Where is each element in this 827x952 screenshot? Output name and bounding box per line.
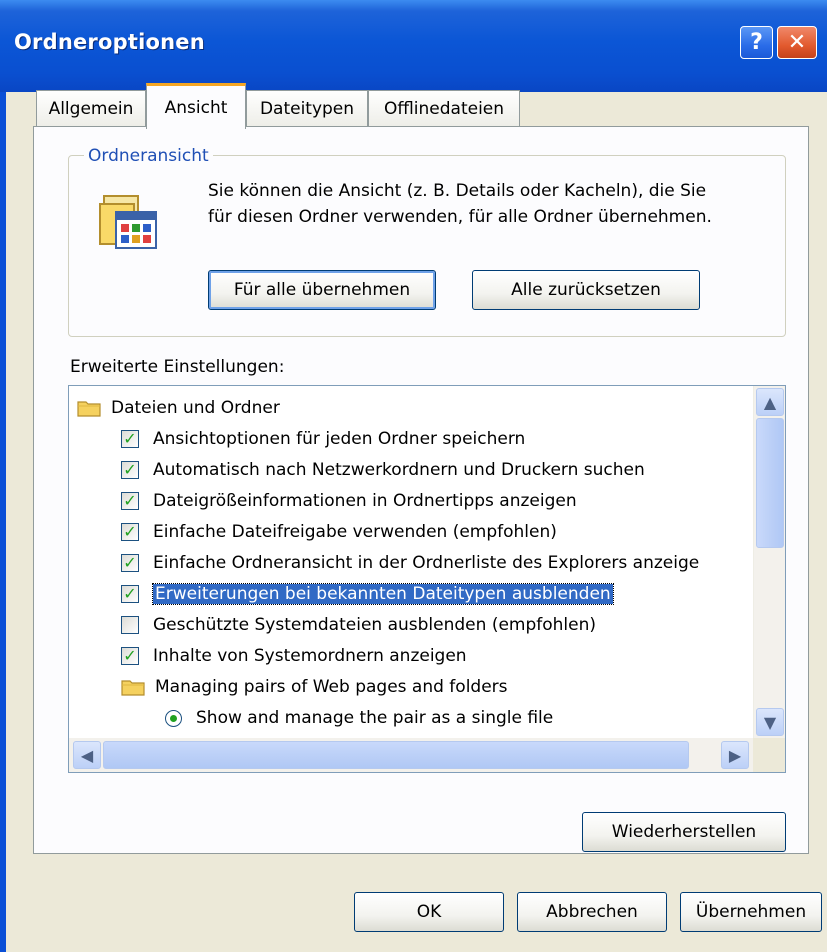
list-item-label: Einfache Ordneransicht in der Ordnerlist… xyxy=(153,553,700,573)
tab-offlinedateien[interactable]: Offlinedateien xyxy=(368,90,520,126)
advanced-settings-label: Erweiterte Einstellungen: xyxy=(70,357,285,377)
horizontal-scroll-thumb[interactable] xyxy=(103,741,689,769)
tab-ansicht[interactable]: Ansicht xyxy=(146,83,246,129)
apply-to-all-folders-button[interactable]: Für alle übernehmen xyxy=(208,270,436,310)
folder-icon xyxy=(77,401,101,417)
list-item-netzwerkordner-suchen[interactable]: ✓ Automatisch nach Netzwerkordnern und D… xyxy=(121,455,645,485)
folder-icon xyxy=(121,680,145,696)
restore-defaults-button[interactable]: Wiederherstellen xyxy=(582,812,786,852)
title-bar[interactable]: Ordneroptionen ? ✕ xyxy=(0,0,827,92)
folder-view-legend: Ordneransicht xyxy=(84,146,213,166)
horizontal-scrollbar[interactable]: ◀ ▶ xyxy=(69,738,753,772)
radio-selected[interactable] xyxy=(165,709,182,727)
list-item-einfache-dateifreigabe[interactable]: ✓ Einfache Dateifreigabe verwenden (empf… xyxy=(121,517,557,547)
list-item-label: Ansichtoptionen für jeden Ordner speiche… xyxy=(153,429,526,449)
folder-options-dialog: Ordneroptionen ? ✕ Allgemein Ansicht Dat… xyxy=(0,0,827,952)
scroll-left-icon[interactable]: ◀ xyxy=(73,741,101,769)
advanced-settings-list[interactable]: Dateien und Ordner ✓ Ansichtoptionen für… xyxy=(68,385,786,773)
scroll-down-icon[interactable]: ▼ xyxy=(756,708,784,736)
list-item-einfache-ordneransicht[interactable]: ✓ Einfache Ordneransicht in der Ordnerli… xyxy=(121,548,699,578)
scroll-right-icon[interactable]: ▶ xyxy=(721,741,749,769)
checkbox-checked[interactable]: ✓ xyxy=(121,585,139,603)
close-button[interactable]: ✕ xyxy=(777,26,817,59)
cancel-button[interactable]: Abbrechen xyxy=(517,892,667,932)
list-item-label: Managing pairs of Web pages and folders xyxy=(155,677,508,697)
reset-all-folders-button[interactable]: Alle zurücksetzen xyxy=(472,270,700,310)
checkbox-checked[interactable]: ✓ xyxy=(121,523,139,541)
vertical-scroll-thumb[interactable] xyxy=(756,418,784,548)
folder-view-icon xyxy=(99,195,157,249)
list-item-systemordner-inhalte[interactable]: ✓ Inhalte von Systemordnern anzeigen xyxy=(121,641,467,671)
tree-folder-dateien-und-ordner[interactable]: Dateien und Ordner xyxy=(77,393,280,423)
checkbox-checked[interactable]: ✓ xyxy=(121,554,139,572)
checkbox-checked[interactable]: ✓ xyxy=(121,492,139,510)
list-item-systemdateien-ausblenden[interactable]: Geschützte Systemdateien ausblenden (emp… xyxy=(121,610,596,640)
ok-button[interactable]: OK xyxy=(354,892,504,932)
list-item-label: Inhalte von Systemordnern anzeigen xyxy=(153,646,467,666)
list-item-label: Show and manage the pair as a single fil… xyxy=(196,708,554,728)
vertical-scrollbar[interactable]: ▲ ▼ xyxy=(753,386,785,738)
list-item-ansichtoptionen[interactable]: ✓ Ansichtoptionen für jeden Ordner speic… xyxy=(121,424,525,454)
checkbox-unchecked[interactable] xyxy=(121,616,139,634)
scroll-up-icon[interactable]: ▲ xyxy=(756,388,784,416)
list-item-label-selected: Erweiterungen bei bekannten Dateitypen a… xyxy=(152,583,614,605)
checkbox-checked[interactable]: ✓ xyxy=(121,461,139,479)
tree-folder-managing-pairs[interactable]: Managing pairs of Web pages and folders xyxy=(121,672,508,702)
list-item-erweiterungen-ausblenden[interactable]: ✓ Erweiterungen bei bekannten Dateitypen… xyxy=(121,579,614,609)
apply-button[interactable]: Übernehmen xyxy=(680,892,822,932)
tab-dateitypen[interactable]: Dateitypen xyxy=(246,90,368,126)
checkbox-checked[interactable]: ✓ xyxy=(121,647,139,665)
list-item-label: Automatisch nach Netzwerkordnern und Dru… xyxy=(153,460,645,480)
list-item-dateigroesse-ordnertipps[interactable]: ✓ Dateigrößeinformationen in Ordnertipps… xyxy=(121,486,577,516)
help-button[interactable]: ? xyxy=(740,26,773,59)
list-item-label: Dateigrößeinformationen in Ordnertipps a… xyxy=(153,491,577,511)
list-item-label: Dateien und Ordner xyxy=(111,398,280,418)
window-title: Ordneroptionen xyxy=(14,30,205,54)
scroll-corner xyxy=(753,738,785,772)
list-item-label: Einfache Dateifreigabe verwenden (empfoh… xyxy=(153,522,557,542)
list-item-single-file-radio[interactable]: Show and manage the pair as a single fil… xyxy=(165,703,553,733)
checkbox-checked[interactable]: ✓ xyxy=(121,430,139,448)
tab-allgemein[interactable]: Allgemein xyxy=(36,90,146,126)
list-item-label: Geschützte Systemdateien ausblenden (emp… xyxy=(153,615,597,635)
folder-view-description: Sie können die Ansicht (z. B. Details od… xyxy=(208,181,712,227)
